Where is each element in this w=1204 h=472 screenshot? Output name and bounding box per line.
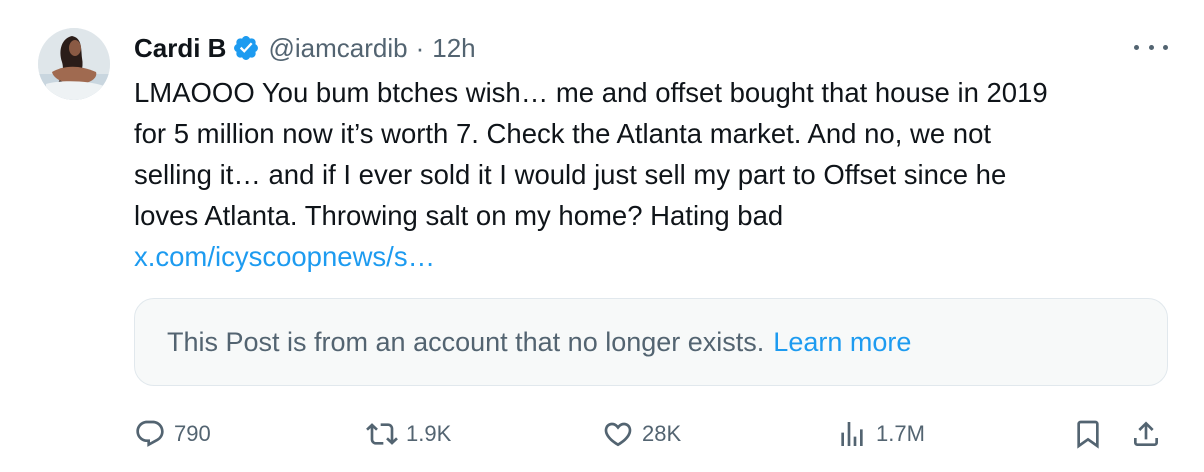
like-icon [604, 422, 632, 447]
unavailable-quote-notice: This Post is from an account that no lon… [134, 298, 1168, 386]
share-button[interactable] [1130, 414, 1162, 454]
avatar[interactable] [38, 28, 110, 100]
tweet-text: LMAOOO You bum btches wish… me and offse… [134, 72, 1174, 277]
tweet-text-line: selling it… and if I ever sold it I woul… [134, 159, 1007, 190]
tweet-text-line: for 5 million now it’s worth 7. Check th… [134, 118, 992, 149]
bookmark-icon [1077, 420, 1099, 449]
tweet-text-line: LMAOOO You bum btches wish… me and offse… [134, 77, 1048, 108]
bookmark-button[interactable] [1072, 414, 1104, 454]
learn-more-link[interactable]: Learn more [773, 327, 911, 358]
tweet-text-line: loves Atlanta. Throwing salt on my home?… [134, 200, 784, 231]
views-icon [841, 422, 863, 446]
repost-button[interactable]: 1.9K [366, 414, 451, 454]
notice-text: This Post is from an account that no lon… [167, 326, 765, 357]
tweet-header: Cardi B @iamcardib · 12h [134, 30, 476, 66]
display-name[interactable]: Cardi B [134, 33, 226, 64]
share-icon [1134, 421, 1158, 446]
profile-photo-icon [38, 28, 110, 100]
reply-button[interactable]: 790 [134, 414, 211, 454]
like-button[interactable]: 28K [602, 414, 681, 454]
timestamp[interactable]: 12h [432, 33, 475, 64]
tweet-link[interactable]: x.com/icyscoopnews/s… [134, 241, 435, 272]
separator-dot: · [415, 32, 425, 63]
handle[interactable]: @iamcardib [268, 33, 407, 64]
action-bar: 790 1.9K 28K 1.7M [0, 414, 1204, 454]
reply-icon [136, 420, 164, 447]
verified-badge-icon[interactable] [232, 34, 260, 62]
tweet: Cardi B @iamcardib · 12h LMAOOO You bum … [0, 0, 1204, 472]
repost-count: 1.9K [406, 421, 452, 446]
views-button[interactable]: 1.7M [836, 414, 925, 454]
repost-icon [366, 423, 398, 445]
like-count: 28K [642, 421, 682, 446]
more-options-icon[interactable] [1134, 34, 1168, 60]
reply-count: 790 [174, 421, 211, 446]
views-count: 1.7M [876, 421, 925, 446]
